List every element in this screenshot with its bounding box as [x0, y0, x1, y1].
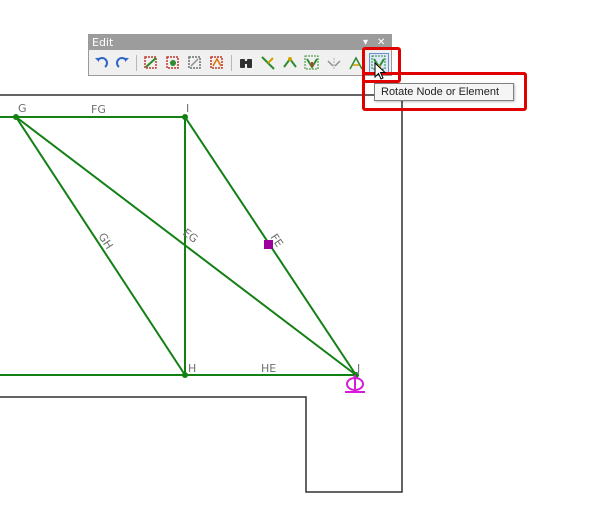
find-button[interactable]	[236, 53, 256, 73]
mirror-icon	[327, 58, 341, 69]
find-icon	[240, 59, 252, 68]
tooltip: Rotate Node or Element	[374, 83, 514, 101]
select-polygon-icon	[210, 56, 223, 69]
element-gh[interactable]	[15, 116, 186, 376]
select-node-icon	[166, 56, 179, 69]
trim-icon	[261, 56, 275, 70]
select-element-button[interactable]	[141, 53, 161, 73]
trim-button[interactable]	[258, 53, 278, 73]
redo-icon	[116, 57, 129, 68]
toolbar-title: Edit	[92, 36, 114, 49]
mouse-cursor-icon	[374, 62, 387, 80]
boundary-outline	[0, 94, 403, 493]
move-node-icon	[283, 57, 297, 68]
undo-icon	[95, 57, 108, 68]
select-node-button[interactable]	[163, 53, 183, 73]
copy-element-button[interactable]	[302, 53, 322, 73]
edit-toolbar: Edit ▾ ✕	[88, 34, 392, 76]
redo-button[interactable]	[113, 53, 133, 73]
mirror-button[interactable]	[324, 53, 344, 73]
move-node-button[interactable]	[280, 53, 300, 73]
copy-element-icon	[304, 55, 319, 70]
select-window-button[interactable]	[185, 53, 205, 73]
select-window-icon	[188, 56, 201, 69]
toolbar-separator	[136, 55, 137, 71]
support-symbol	[345, 375, 365, 393]
select-element-icon	[144, 56, 157, 69]
element-label-he: HE	[261, 362, 276, 375]
toolbar-button-row	[89, 52, 391, 74]
node-label-j: J	[356, 362, 360, 375]
node-label-h: H	[188, 362, 196, 375]
undo-button[interactable]	[91, 53, 111, 73]
node-label-i: I	[186, 102, 189, 115]
element-label-gh: GH	[95, 231, 115, 252]
toolbar-separator	[231, 55, 232, 71]
node-label-g: G	[18, 102, 27, 115]
select-polygon-button[interactable]	[207, 53, 227, 73]
toolbar-titlebar[interactable]: Edit ▾ ✕	[89, 35, 391, 50]
element-label-fg: FG	[91, 103, 106, 116]
